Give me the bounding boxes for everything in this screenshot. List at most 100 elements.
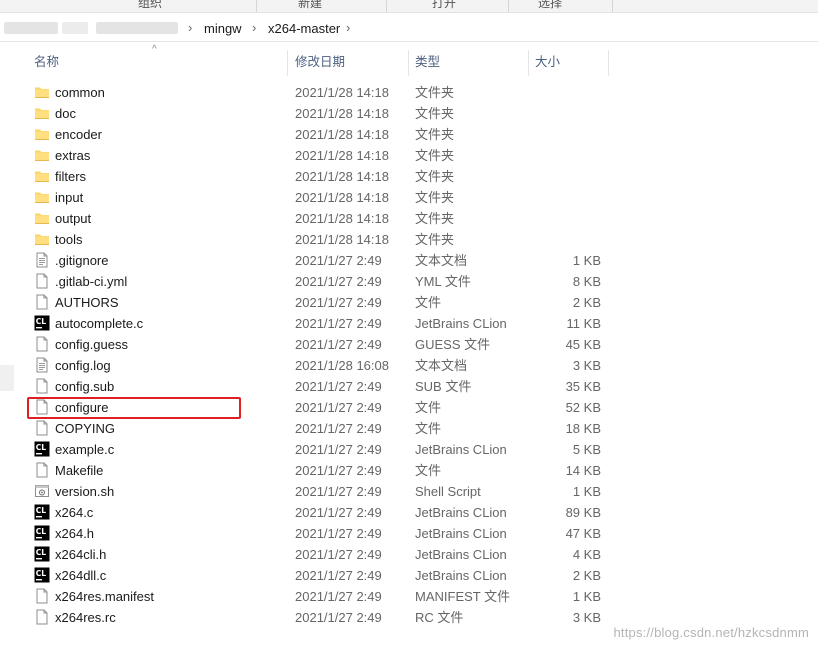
file-date: 2021/1/27 2:49 — [295, 463, 382, 478]
chevron-right-icon[interactable]: › — [188, 20, 192, 35]
file-row[interactable]: x264res.manifest 2021/1/27 2:49 MANIFEST 文… — [0, 586, 818, 607]
svg-text:CL: CL — [36, 548, 47, 557]
file-row[interactable]: CL x264dll.c 2021/1/27 2:49 JetBrains CLion… — [0, 565, 818, 586]
svg-text:CL: CL — [36, 569, 47, 578]
file-date: 2021/1/28 16:08 — [295, 358, 389, 373]
column-size-header[interactable]: 大小 — [535, 48, 560, 76]
file-row[interactable]: CL x264.c 2021/1/27 2:49 JetBrains CLion 89 … — [0, 502, 818, 523]
file-type: JetBrains CLion — [415, 568, 507, 583]
column-name-header[interactable]: 名称 — [34, 48, 59, 76]
breadcrumb-mingw[interactable]: mingw — [204, 21, 242, 36]
file-date: 2021/1/28 14:18 — [295, 190, 389, 205]
file-type: MANIFEST 文件 — [415, 589, 511, 604]
file-row[interactable]: version.sh 2021/1/27 2:49 Shell Script 1 KB — [0, 481, 818, 502]
file-name: Makefile — [55, 463, 104, 478]
file-type: RC 文件 — [415, 610, 464, 625]
file-row[interactable]: doc 2021/1/28 14:18 文件夹 — [0, 103, 818, 124]
file-icon — [34, 462, 50, 478]
file-name: filters — [55, 169, 87, 184]
file-type: 文件 — [415, 421, 442, 436]
chevron-right-icon[interactable]: › — [252, 20, 256, 35]
shell-script-icon — [34, 483, 50, 499]
file-row[interactable]: input 2021/1/28 14:18 文件夹 — [0, 187, 818, 208]
blurred-path-segment — [62, 22, 88, 34]
column-date-header[interactable]: 修改日期 — [295, 48, 345, 76]
file-row[interactable]: CL autocomplete.c 2021/1/27 2:49 JetBrains … — [0, 313, 818, 334]
file-size: 1 KB — [572, 589, 601, 604]
address-bar[interactable]: › mingw › x264-master › — [0, 17, 818, 42]
file-name: common — [55, 85, 105, 100]
svg-text:CL: CL — [36, 527, 47, 536]
file-type: JetBrains CLion — [415, 526, 507, 541]
file-date: 2021/1/27 2:49 — [295, 316, 382, 331]
file-name: x264dll.c — [55, 568, 107, 583]
file-name: x264res.rc — [55, 610, 116, 625]
file-name: x264cli.h — [55, 547, 107, 562]
file-type: 文件夹 — [415, 211, 455, 226]
file-date: 2021/1/27 2:49 — [295, 442, 382, 457]
file-row[interactable]: tools 2021/1/28 14:18 文件夹 — [0, 229, 818, 250]
file-icon — [34, 420, 50, 436]
clion-icon: CL — [34, 504, 50, 520]
file-row[interactable]: encoder 2021/1/28 14:18 文件夹 — [0, 124, 818, 145]
file-type: 文件夹 — [415, 148, 455, 163]
file-type: 文本文档 — [415, 253, 468, 268]
folder-icon — [34, 126, 50, 142]
ribbon-toolbar: 组织 新建 打开 选择 — [0, 0, 818, 13]
file-date: 2021/1/27 2:49 — [295, 484, 382, 499]
file-row[interactable]: CL x264cli.h 2021/1/27 2:49 JetBrains CLion… — [0, 544, 818, 565]
folder-icon — [34, 84, 50, 100]
file-type: 文件夹 — [415, 127, 455, 142]
folder-icon — [34, 147, 50, 163]
file-name: .gitlab-ci.yml — [55, 274, 128, 289]
file-size: 8 KB — [572, 274, 601, 289]
watermark: https://blog.csdn.net/hzkcsdnmm — [613, 625, 809, 640]
file-size: 4 KB — [572, 547, 601, 562]
file-row[interactable]: Makefile 2021/1/27 2:49 文件 14 KB — [0, 460, 818, 481]
file-size: 3 KB — [572, 610, 601, 625]
file-date: 2021/1/28 14:18 — [295, 211, 389, 226]
file-row[interactable]: CL example.c 2021/1/27 2:49 JetBrains CLion… — [0, 439, 818, 460]
file-name: version.sh — [55, 484, 115, 499]
file-row[interactable]: common 2021/1/28 14:18 文件夹 — [0, 82, 818, 103]
file-icon — [34, 609, 50, 625]
file-row[interactable]: COPYING 2021/1/27 2:49 文件 18 KB — [0, 418, 818, 439]
file-size: 89 KB — [565, 505, 601, 520]
file-row[interactable]: .gitignore 2021/1/27 2:49 文本文档 1 KB — [0, 250, 818, 271]
file-size: 14 KB — [565, 463, 601, 478]
file-row[interactable]: filters 2021/1/28 14:18 文件夹 — [0, 166, 818, 187]
file-date: 2021/1/28 14:18 — [295, 232, 389, 247]
blurred-path-segment — [96, 22, 178, 34]
ribbon-group-select[interactable]: 选择 — [538, 0, 562, 11]
file-row[interactable]: .gitlab-ci.yml 2021/1/27 2:49 YML 文件 8 KB — [0, 271, 818, 292]
folder-icon — [34, 168, 50, 184]
file-icon — [34, 336, 50, 352]
file-row[interactable]: output 2021/1/28 14:18 文件夹 — [0, 208, 818, 229]
file-row[interactable]: config.guess 2021/1/27 2:49 GUESS 文件 45 KB — [0, 334, 818, 355]
file-date: 2021/1/27 2:49 — [295, 400, 382, 415]
file-type: 文件夹 — [415, 85, 455, 100]
file-type: JetBrains CLion — [415, 547, 507, 562]
file-size: 2 KB — [572, 295, 601, 310]
breadcrumb-x264-master[interactable]: x264-master — [268, 21, 340, 36]
highlight-box — [27, 397, 241, 419]
file-name: x264.c — [55, 505, 94, 520]
column-type-header[interactable]: 类型 — [415, 48, 440, 76]
ribbon-group-organize[interactable]: 组织 — [138, 0, 162, 11]
file-size: 1 KB — [572, 253, 601, 268]
file-date: 2021/1/28 14:18 — [295, 106, 389, 121]
file-row[interactable]: config.sub 2021/1/27 2:49 SUB 文件 35 KB — [0, 376, 818, 397]
file-name: extras — [55, 148, 91, 163]
file-row[interactable]: CL x264.h 2021/1/27 2:49 JetBrains CLion 47 … — [0, 523, 818, 544]
file-type: 文件 — [415, 463, 442, 478]
file-row[interactable]: AUTHORS 2021/1/27 2:49 文件 2 KB — [0, 292, 818, 313]
chevron-right-icon[interactable]: › — [346, 20, 350, 35]
ribbon-group-open[interactable]: 打开 — [432, 0, 456, 11]
file-row[interactable]: extras 2021/1/28 14:18 文件夹 — [0, 145, 818, 166]
file-icon — [34, 294, 50, 310]
file-name: config.log — [55, 358, 111, 373]
sort-ascending-icon: ^ — [152, 44, 157, 55]
file-row[interactable]: config.log 2021/1/28 16:08 文本文档 3 KB — [0, 355, 818, 376]
ribbon-group-new[interactable]: 新建 — [298, 0, 322, 11]
clion-icon: CL — [34, 525, 50, 541]
